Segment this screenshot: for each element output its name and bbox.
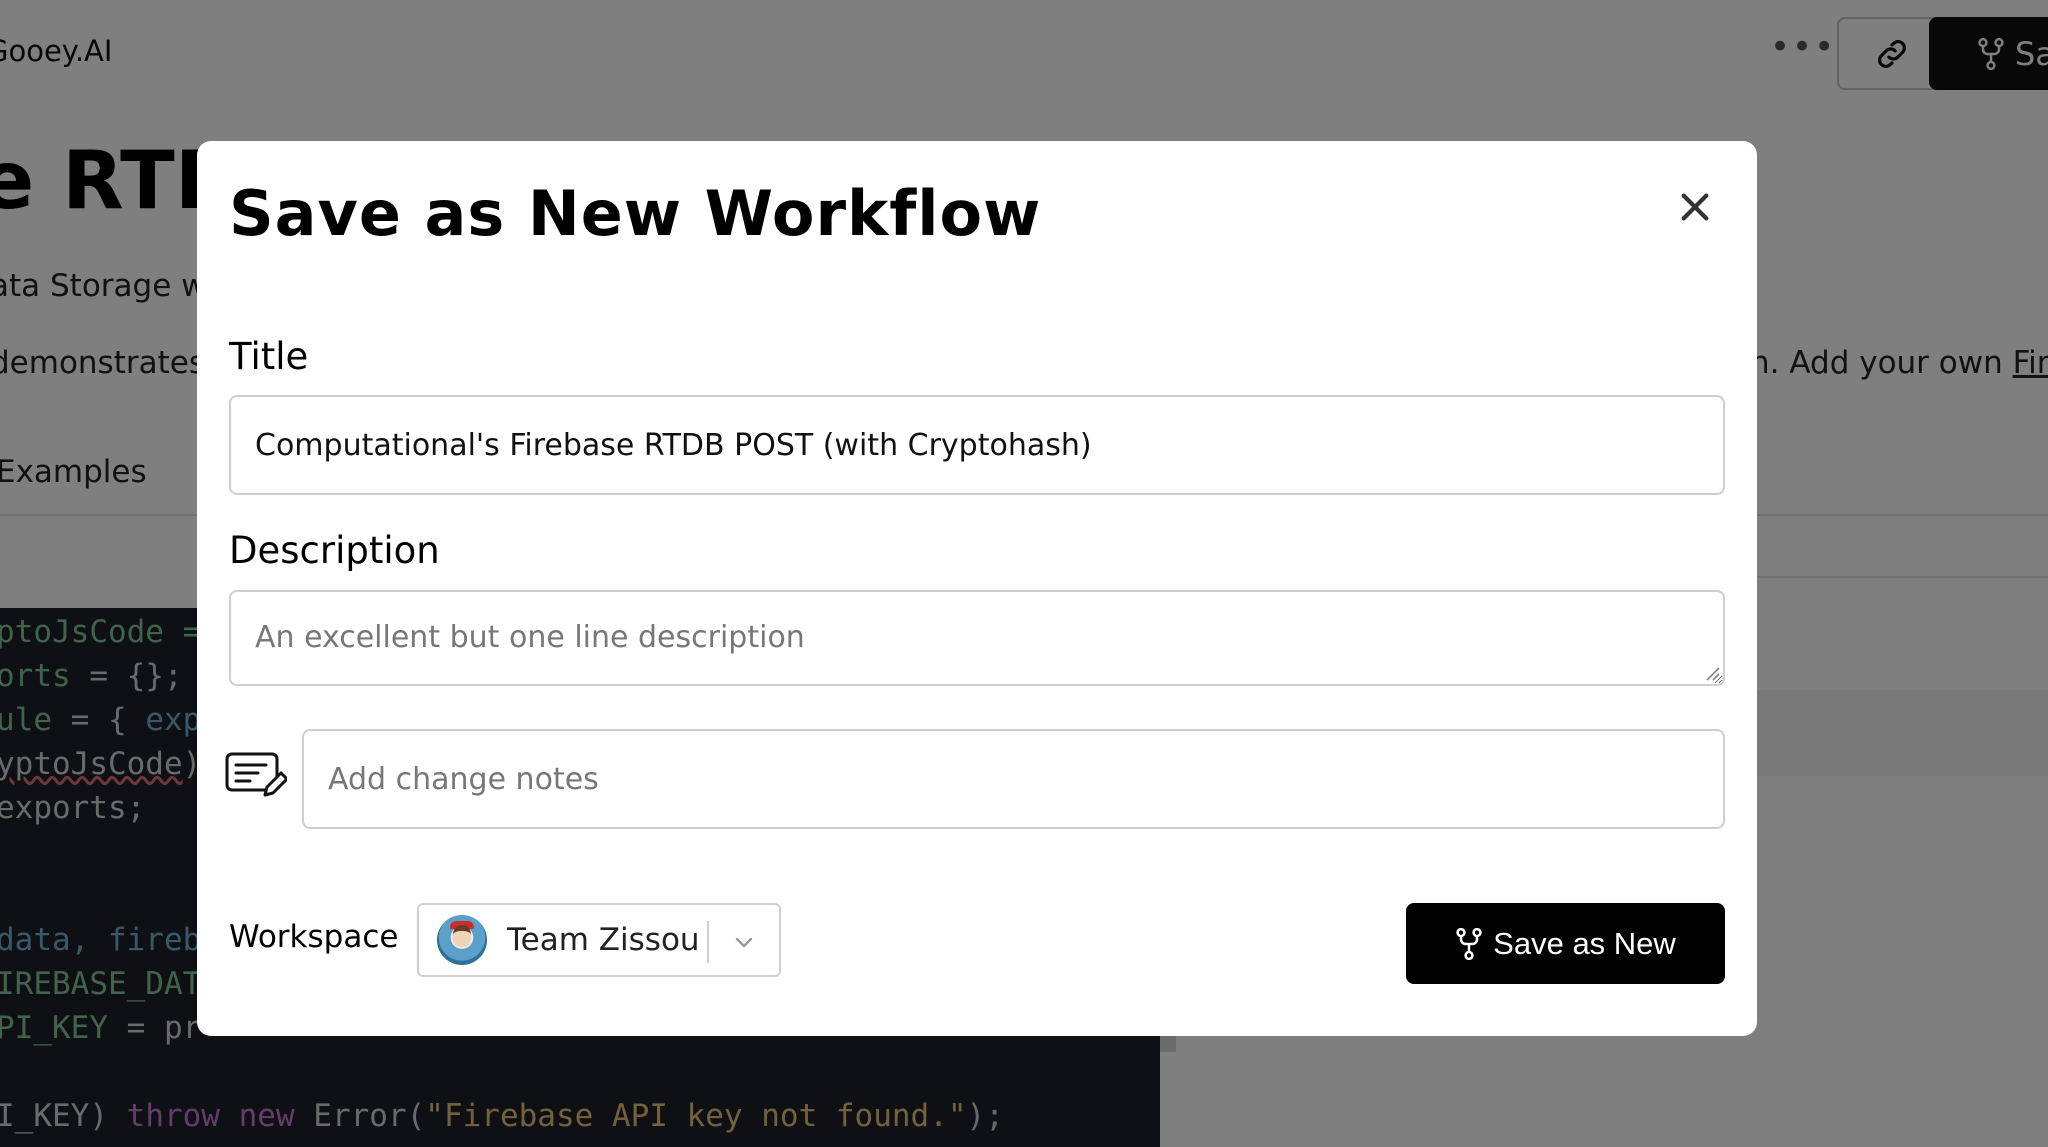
dropdown-toggle[interactable] [727, 925, 761, 959]
edit-notes-icon [225, 752, 287, 797]
workspace-avatar [437, 915, 487, 965]
modal-title: Save as New Workflow [229, 177, 1042, 250]
description-label: Description [229, 529, 440, 572]
avatar-face [453, 925, 471, 947]
workspace-name: Team Zissou [507, 922, 700, 958]
fork-icon [1456, 927, 1482, 960]
select-divider [707, 921, 709, 963]
title-label: Title [229, 335, 309, 378]
close-icon [1681, 193, 1709, 221]
change-notes-input[interactable] [302, 729, 1725, 829]
workspace-select[interactable]: Team Zissou [417, 903, 781, 977]
save-workflow-modal: Save as New Workflow Title Description W… [197, 141, 1757, 1036]
workspace-label: Workspace [229, 919, 399, 955]
description-textarea[interactable] [229, 590, 1725, 686]
save-as-new-label: Save as New [1493, 925, 1676, 961]
save-as-new-button[interactable]: Save as New [1406, 903, 1725, 984]
close-button[interactable] [1665, 177, 1725, 237]
chevron-down-icon [735, 937, 753, 948]
title-input[interactable] [229, 395, 1725, 495]
